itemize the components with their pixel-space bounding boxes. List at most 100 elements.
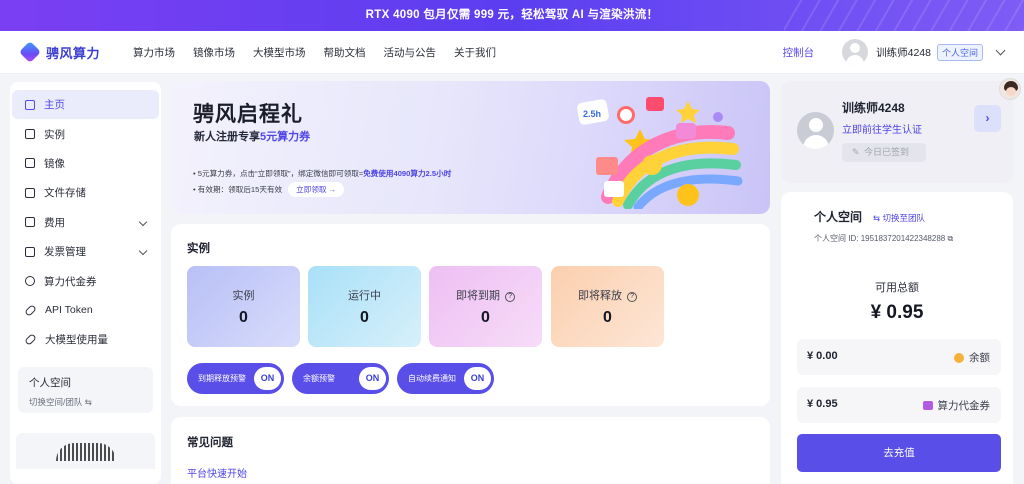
promo-sub-highlight: 5元算力券 bbox=[260, 131, 311, 143]
faq-title: 常见问题 bbox=[187, 437, 233, 449]
toggle-switch[interactable]: ON bbox=[464, 367, 491, 390]
logo[interactable]: 骋风算力 bbox=[18, 40, 133, 64]
checkin-button[interactable]: 今日已签到 bbox=[842, 143, 926, 162]
avatar[interactable] bbox=[797, 112, 834, 149]
sidebar-item-invoices[interactable]: 发票管理 bbox=[12, 237, 159, 266]
link-icon bbox=[24, 333, 37, 347]
image-icon bbox=[25, 158, 35, 169]
space-switcher[interactable]: 个人空间 切换空间/团队 ⇆ bbox=[18, 366, 153, 413]
available-label: 可用总额 bbox=[875, 282, 919, 294]
sidebar-item-model-usage[interactable]: 大模型使用量 bbox=[12, 325, 159, 354]
chevron-down-icon[interactable] bbox=[995, 45, 1006, 55]
nav-about[interactable]: 关于我们 bbox=[454, 45, 496, 60]
sidebar-item-storage[interactable]: 文件存储 bbox=[12, 178, 159, 207]
recharge-button[interactable]: 去充值 bbox=[797, 434, 1001, 472]
space-switch-label: 切换空间/团队 ⇆ bbox=[29, 396, 92, 407]
profile-name: 训练师4248 bbox=[842, 101, 905, 115]
logo-text: 骋风算力 bbox=[46, 45, 101, 61]
link-icon bbox=[24, 304, 37, 317]
avatar[interactable] bbox=[842, 39, 869, 65]
voucher-row: ¥ 0.95 算力代金券 bbox=[797, 387, 1001, 423]
instances-card: 实例 实例 0 运行中 0 即将到期 ? 0 即将释放 ? 0 到期释放预警 O… bbox=[171, 224, 770, 406]
sidebar-item-api-token[interactable]: API Token bbox=[12, 296, 159, 325]
assistant-avatar-icon[interactable] bbox=[999, 78, 1021, 100]
faq-card: 常见问题 平台快速开始 bbox=[171, 417, 770, 484]
sidebar-item-label: 实例 bbox=[44, 128, 65, 141]
toggle-release-alert[interactable]: 到期释放预警 ON bbox=[187, 363, 284, 394]
chevron-down-icon bbox=[138, 217, 148, 226]
wallet-title: 个人空间 bbox=[814, 210, 863, 224]
nav-compute-market[interactable]: 算力市场 bbox=[133, 45, 175, 60]
voucher-tag-label: 算力代金券 bbox=[937, 400, 991, 412]
nav-image-market[interactable]: 镜像市场 bbox=[193, 45, 235, 60]
chevron-right-icon[interactable]: › bbox=[974, 105, 1001, 132]
main-nav: 算力市场 镜像市场 大模型市场 帮助文档 活动与公告 关于我们 bbox=[133, 45, 496, 60]
available-total: ¥ 0.95 bbox=[870, 302, 924, 323]
stat-value: 0 bbox=[239, 309, 248, 326]
stat-label: 即将到期 bbox=[455, 290, 500, 302]
wallet-card: 个人空间 ⇆ 切换至团队 个人空间 ID: 195183720142234828… bbox=[781, 192, 1013, 484]
sidebar-item-label: 发票管理 bbox=[44, 246, 86, 259]
switch-team-link[interactable]: ⇆ 切换至团队 bbox=[873, 212, 925, 224]
bill-icon bbox=[25, 217, 35, 228]
help-icon[interactable]: ? bbox=[505, 292, 516, 302]
promo-banner[interactable]: RTX 4090 包月仅需 999 元，轻松驾驭 AI 与渲染洪流！ bbox=[0, 0, 1024, 31]
promo-illustration: 2.5h bbox=[577, 97, 743, 209]
user-name[interactable]: 训练师4248 bbox=[876, 45, 931, 60]
console-link[interactable]: 控制台 bbox=[783, 45, 815, 60]
toggle-switch[interactable]: ON bbox=[359, 367, 386, 390]
faq-link-quickstart[interactable]: 平台快速开始 bbox=[187, 465, 247, 480]
logo-icon bbox=[18, 40, 42, 64]
sidebar-item-instances[interactable]: 实例 bbox=[12, 119, 159, 148]
sidebar-item-label: 文件存储 bbox=[44, 187, 86, 200]
stat-label: 运行中 bbox=[348, 290, 381, 302]
sidebar: 主页 实例 镜像 文件存储 费用 发票管理 算力代金券 API Token 大模… bbox=[10, 82, 161, 484]
promo-subtitle: 新人注册专享5元算力券 bbox=[194, 128, 310, 144]
stat-value: 0 bbox=[603, 309, 612, 326]
sidebar-item-billing[interactable]: 费用 bbox=[12, 208, 159, 237]
space-id: 个人空间 ID: 1951837201422348288 ⧉ bbox=[814, 233, 953, 244]
nav-events[interactable]: 活动与公告 bbox=[384, 45, 437, 60]
balance-tag: 余额 bbox=[954, 350, 990, 365]
top-nav: 骋风算力 算力市场 镜像市场 大模型市场 帮助文档 活动与公告 关于我们 控制台… bbox=[0, 31, 1024, 74]
claim-button[interactable]: 立即领取 → bbox=[288, 182, 345, 197]
sidebar-item-vouchers[interactable]: 算力代金券 bbox=[12, 266, 159, 295]
toggle-label: 到期释放预警 bbox=[198, 374, 246, 383]
promo-validity: • 有效期：领取后15天有效 bbox=[193, 185, 283, 194]
sidebar-item-home[interactable]: 主页 bbox=[12, 90, 159, 120]
promo-title: 骋风启程礼 bbox=[193, 103, 303, 126]
help-icon[interactable]: ? bbox=[627, 292, 638, 302]
student-cert-link[interactable]: 立即前往学生认证 bbox=[842, 121, 922, 136]
promo-card: 骋风启程礼 新人注册专享5元算力券 • 5元算力券，点击“立即领取”，绑定微信即… bbox=[171, 81, 770, 214]
stat-value: 0 bbox=[360, 309, 369, 326]
sidebar-item-label: API Token bbox=[45, 304, 93, 317]
coin-icon bbox=[954, 352, 964, 363]
stat-label: 即将释放 bbox=[577, 290, 622, 302]
stat-label-row: 即将到期 ? bbox=[429, 287, 542, 303]
sidebar-item-label: 镜像 bbox=[44, 157, 65, 170]
toggle-label: 自动续费通知 bbox=[408, 374, 456, 383]
nav-model-market[interactable]: 大模型市场 bbox=[253, 45, 306, 60]
sidebar-item-label: 费用 bbox=[44, 216, 65, 229]
copy-icon[interactable]: ⧉ bbox=[947, 234, 953, 243]
invoice-icon bbox=[25, 246, 35, 257]
stat-expiring[interactable]: 即将到期 ? 0 bbox=[429, 266, 542, 347]
sidebar-item-images[interactable]: 镜像 bbox=[12, 149, 159, 178]
badge-2-5h: 2.5h bbox=[583, 109, 601, 119]
space-tag: 个人空间 bbox=[936, 43, 983, 61]
promo-line-1: • 5元算力券，点击“立即领取”，绑定微信即可领取≈免费使用4090算力2.5小… bbox=[193, 168, 451, 179]
balance-row: ¥ 0.00 余额 bbox=[797, 339, 1001, 375]
toggle-switch[interactable]: ON bbox=[254, 367, 281, 390]
stat-value: 0 bbox=[481, 309, 490, 326]
instances-title: 实例 bbox=[187, 243, 210, 255]
space-title: 个人空间 bbox=[29, 376, 71, 389]
stat-running[interactable]: 运行中 0 bbox=[308, 266, 421, 347]
nav-help-docs[interactable]: 帮助文档 bbox=[324, 45, 366, 60]
toggle-auto-renew-notice[interactable]: 自动续费通知 ON bbox=[397, 363, 494, 394]
stat-instances[interactable]: 实例 0 bbox=[187, 266, 300, 347]
stat-releasing[interactable]: 即将释放 ? 0 bbox=[551, 266, 664, 347]
sidebar-item-label: 算力代金券 bbox=[44, 275, 97, 288]
toggle-balance-alert[interactable]: 余额预警 ON bbox=[292, 363, 389, 394]
promo-line1-prefix: • 5元算力券，点击“立即领取”，绑定微信即可领取≈ bbox=[193, 169, 364, 178]
qr-code-preview bbox=[16, 432, 155, 469]
